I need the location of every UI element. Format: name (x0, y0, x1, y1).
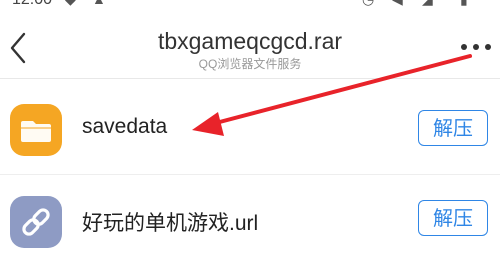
folder-icon (10, 104, 62, 156)
list-item-savedata[interactable]: savedata 解压 (0, 82, 500, 175)
link-icon (10, 196, 62, 248)
more-dots-icon (461, 44, 491, 50)
app-header: tbxgameqcgcd.rar QQ浏览器文件服务 (0, 0, 500, 79)
file-name: savedata (82, 115, 168, 138)
list-item-url[interactable]: 好玩的单机游戏.url 解压 (0, 176, 500, 248)
more-button[interactable] (458, 40, 496, 54)
file-name: 好玩的单机游戏.url (82, 212, 259, 235)
page-title: tbxgameqcgcd.rar (157, 28, 343, 54)
page-subtitle: QQ浏览器文件服务 (198, 57, 302, 71)
extract-button[interactable]: 解压 (418, 110, 488, 146)
extract-button[interactable]: 解压 (418, 200, 488, 236)
